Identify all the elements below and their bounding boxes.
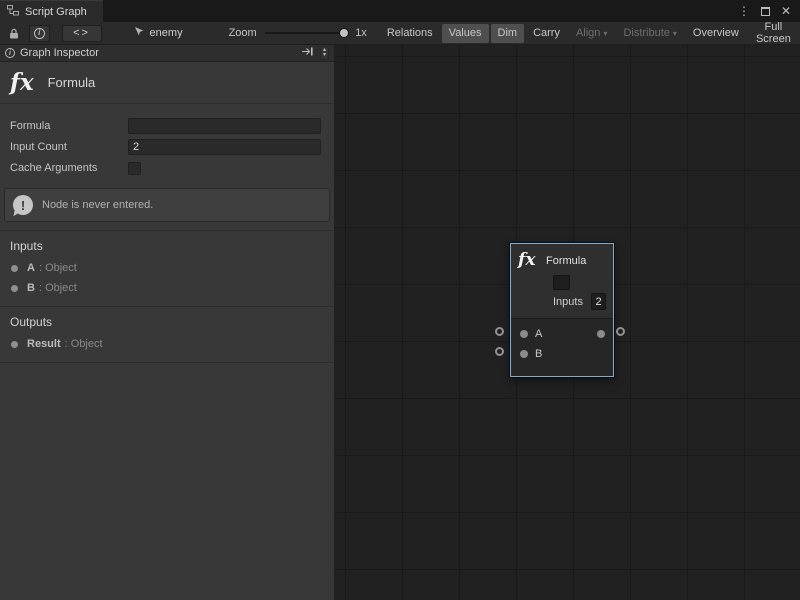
align-label: Align bbox=[576, 27, 600, 39]
info-icon: i bbox=[34, 28, 45, 39]
port-dot-icon bbox=[11, 285, 18, 292]
port-name: B bbox=[27, 282, 35, 294]
zoom-slider-handle[interactable] bbox=[339, 28, 349, 38]
formula-field-input[interactable] bbox=[128, 118, 321, 134]
formula-field-label: Formula bbox=[10, 120, 128, 132]
graph-target[interactable]: enemy bbox=[134, 26, 183, 40]
port-row-b: B bbox=[511, 346, 613, 361]
input-count-input[interactable] bbox=[128, 139, 321, 155]
connection-point-icon[interactable] bbox=[495, 327, 504, 336]
node-inputs-count[interactable]: 2 bbox=[591, 293, 606, 310]
inspector-header-controls: ▴ ▾ bbox=[302, 46, 329, 60]
distribute-dropdown[interactable]: Distribute ▾ bbox=[616, 24, 683, 43]
graph-inspector-panel: i Graph Inspector ▴ ▾ fx Formula Formula bbox=[0, 45, 335, 600]
graph-target-label: enemy bbox=[150, 27, 183, 39]
fx-icon: fx bbox=[10, 69, 34, 96]
outputs-header: Outputs bbox=[0, 307, 334, 334]
node-formula-input[interactable] bbox=[553, 275, 570, 290]
output-port-result-icon[interactable] bbox=[597, 330, 605, 338]
tab-label: Script Graph bbox=[25, 6, 87, 18]
dock-icon[interactable] bbox=[302, 47, 314, 59]
port-a-label: A bbox=[535, 328, 542, 340]
input-count-label: Input Count bbox=[10, 141, 128, 153]
window-tab-bar: Script Graph ⋮ ✕ bbox=[0, 0, 800, 22]
cache-arguments-row: Cache Arguments bbox=[10, 160, 321, 176]
maximize-glyph bbox=[761, 7, 770, 16]
node-inputs-label: Inputs bbox=[553, 296, 583, 308]
divider bbox=[0, 362, 334, 363]
warning-icon: ! bbox=[13, 195, 33, 215]
cache-arguments-checkbox[interactable] bbox=[128, 162, 141, 175]
spinner-control[interactable]: ▴ ▾ bbox=[320, 46, 329, 60]
carry-button[interactable]: Carry bbox=[526, 24, 567, 43]
window-controls: ⋮ ✕ bbox=[738, 0, 800, 22]
port-type: : Object bbox=[39, 282, 77, 294]
inspector-header: i Graph Inspector ▴ ▾ bbox=[0, 45, 334, 62]
output-port-result: Result : Object bbox=[0, 334, 334, 354]
code-view-button[interactable]: <> bbox=[62, 25, 102, 42]
full-screen-button[interactable]: Full Screen bbox=[748, 24, 799, 43]
input-port-b-icon[interactable] bbox=[520, 350, 528, 358]
input-port-a: A : Object bbox=[0, 258, 334, 278]
inspector-node-title: Formula bbox=[48, 75, 96, 90]
dim-button[interactable]: Dim bbox=[491, 24, 525, 43]
chevron-down-icon: ▾ bbox=[673, 29, 677, 38]
align-dropdown[interactable]: Align ▾ bbox=[569, 24, 614, 43]
menu-icon[interactable]: ⋮ bbox=[738, 4, 750, 18]
inputs-header: Inputs bbox=[0, 231, 334, 258]
zoom-value: 1x bbox=[355, 27, 367, 39]
distribute-label: Distribute bbox=[623, 27, 669, 39]
toolbar-toggle-group: Relations Values Dim Carry Align ▾ Distr… bbox=[379, 22, 800, 44]
relations-button[interactable]: Relations bbox=[380, 24, 440, 43]
zoom-slider[interactable] bbox=[265, 32, 345, 34]
lock-icon bbox=[9, 28, 19, 39]
graph-canvas[interactable]: fx Formula Inputs 2 A B bbox=[335, 45, 800, 600]
node-title: Formula bbox=[546, 255, 586, 267]
maximize-icon[interactable] bbox=[759, 4, 771, 18]
zoom-label: Zoom bbox=[229, 27, 257, 39]
port-type: : Object bbox=[39, 262, 77, 274]
fx-icon: fx bbox=[518, 250, 535, 270]
values-button[interactable]: Values bbox=[442, 24, 489, 43]
connection-point-icon[interactable] bbox=[616, 327, 625, 336]
script-machine-icon bbox=[134, 26, 145, 40]
graph-toolbar: i <> enemy Zoom 1x Relations Values Dim … bbox=[0, 22, 800, 45]
input-count-row: Input Count bbox=[10, 139, 321, 155]
node-fields: Formula Input Count Cache Arguments bbox=[0, 104, 334, 176]
close-icon[interactable]: ✕ bbox=[780, 4, 792, 18]
chevron-down-icon: ▾ bbox=[603, 29, 607, 38]
info-icon: i bbox=[5, 48, 15, 58]
warning-box: ! Node is never entered. bbox=[4, 188, 330, 222]
spinner-down-icon: ▾ bbox=[323, 53, 326, 58]
formula-field-row: Formula bbox=[10, 118, 321, 134]
port-name: Result bbox=[27, 338, 61, 350]
port-name: A bbox=[27, 262, 35, 274]
warning-text: Node is never entered. bbox=[42, 199, 153, 211]
inspector-title: Graph Inspector bbox=[20, 47, 297, 59]
lock-button[interactable] bbox=[4, 25, 24, 42]
port-dot-icon bbox=[11, 265, 18, 272]
input-port-b: B : Object bbox=[0, 278, 334, 298]
port-type: : Object bbox=[65, 338, 103, 350]
code-icon: <> bbox=[73, 27, 90, 39]
port-row-a: A bbox=[511, 326, 613, 341]
overview-button[interactable]: Overview bbox=[686, 24, 746, 43]
formula-node[interactable]: fx Formula Inputs 2 A B bbox=[510, 243, 614, 377]
info-button[interactable]: i bbox=[29, 25, 50, 42]
connection-point-icon[interactable] bbox=[495, 347, 504, 356]
cache-arguments-label: Cache Arguments bbox=[10, 162, 128, 174]
tab-script-graph[interactable]: Script Graph bbox=[0, 0, 103, 22]
script-graph-icon bbox=[7, 5, 19, 19]
port-b-label: B bbox=[535, 348, 542, 360]
node-header-block: fx Formula bbox=[0, 62, 334, 104]
input-port-a-icon[interactable] bbox=[520, 330, 528, 338]
port-dot-icon bbox=[11, 341, 18, 348]
node-ports-section: A B bbox=[511, 318, 613, 376]
